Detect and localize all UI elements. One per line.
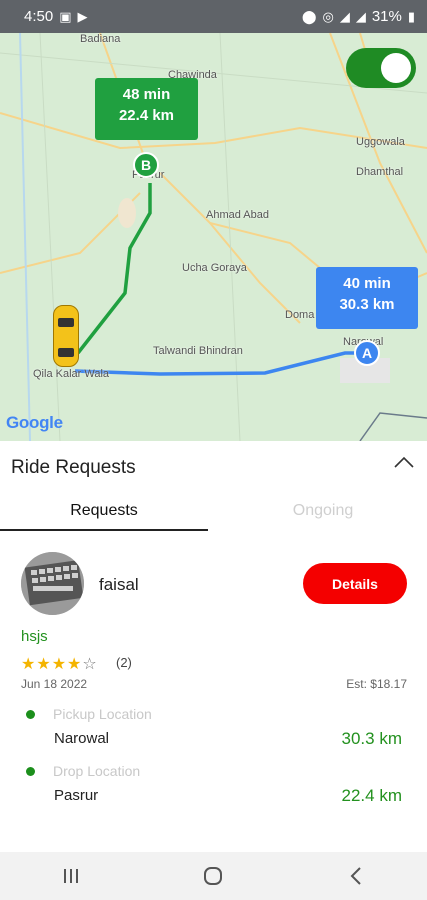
car-windshield — [58, 318, 74, 327]
youtube-icon: ▶ — [77, 9, 88, 24]
tab-requests[interactable]: Requests — [0, 502, 208, 520]
map-label: Uggowala — [356, 136, 405, 148]
back-icon[interactable] — [336, 861, 376, 891]
drop-label: Drop Location — [53, 763, 141, 779]
route-a-info[interactable]: 40 min 30.3 km — [316, 267, 418, 329]
drop-value: Pasrur — [54, 787, 99, 804]
details-button[interactable]: Details — [303, 563, 407, 604]
route-b-distance: 22.4 km — [118, 107, 175, 124]
chevron-up-icon[interactable] — [394, 456, 414, 468]
route-b-info[interactable]: 48 min 22.4 km — [95, 78, 198, 140]
car-rear-window — [58, 348, 74, 357]
map-view[interactable]: Badiana Chawinda Uggowala Dhamthal Pasru… — [0, 33, 427, 441]
avatar — [21, 552, 84, 615]
map-label: Ucha Goraya — [182, 262, 247, 274]
rating-stars: ★★★★☆ — [21, 654, 98, 674]
star-icon: ★ — [67, 656, 83, 673]
username: faisal — [99, 575, 139, 594]
pickup-value: Narowal — [54, 730, 110, 747]
star-icon: ★ — [36, 656, 52, 673]
google-logo: Google — [6, 413, 63, 433]
star-empty-icon: ☆ — [82, 656, 98, 673]
map-label: Talwandi Bhindran — [153, 345, 243, 357]
map-label: Doma — [285, 309, 315, 321]
star-icon: ★ — [21, 656, 37, 673]
route-a-distance: 30.3 km — [339, 296, 395, 313]
map-label: Ahmad Abad — [206, 209, 269, 221]
route-b-time: 48 min — [122, 86, 171, 103]
map-label: Badiana — [80, 33, 121, 45]
availability-toggle[interactable] — [346, 48, 416, 88]
route-a-time: 40 min — [343, 275, 391, 292]
request-note: hsjs — [21, 628, 48, 645]
tab-indicator — [0, 529, 208, 531]
section-title: Ride Requests — [11, 457, 136, 478]
system-nav-bar — [0, 852, 427, 900]
fare-estimate: Est: $18.17 — [346, 677, 407, 691]
rating-count: (2) — [116, 655, 132, 670]
keyboard-photo-icon — [21, 552, 84, 615]
wifi-signal-icon: ◢ — [355, 9, 366, 24]
car-icon — [53, 305, 79, 367]
marker-b[interactable]: B — [133, 152, 159, 178]
hotspot-icon: ◎ — [322, 9, 334, 24]
pickup-label: Pickup Location — [53, 706, 152, 722]
map-label: Qila Kalar Wala — [33, 368, 110, 380]
pickup-distance: 30.3 km — [341, 729, 402, 748]
status-time: 4:50 — [24, 8, 54, 25]
pickup-dot-icon — [26, 710, 35, 719]
battery-icon: ▮ — [407, 9, 415, 24]
star-icon: ★ — [51, 656, 68, 673]
location-icon: ⬤ — [301, 9, 317, 24]
image-icon: ▣ — [59, 9, 72, 24]
request-date: Jun 18 2022 — [21, 677, 88, 691]
recent-apps-icon[interactable] — [51, 861, 91, 891]
drop-dot-icon — [26, 767, 35, 776]
google-logo-text: Google — [6, 413, 63, 432]
home-icon[interactable] — [193, 861, 233, 891]
map-label: Dhamthal — [356, 166, 404, 178]
signal-icon: ◢ — [339, 9, 350, 24]
toggle-knob — [381, 53, 411, 83]
marker-a[interactable]: A — [354, 340, 380, 366]
drop-distance: 22.4 km — [341, 786, 402, 805]
tab-ongoing[interactable]: Ongoing — [219, 502, 427, 520]
battery-percent: 31% — [371, 8, 402, 25]
status-bar: 4:50 ▣ ▶ ⬤ ◎ ◢ ◢ 31% ▮ — [0, 0, 427, 33]
